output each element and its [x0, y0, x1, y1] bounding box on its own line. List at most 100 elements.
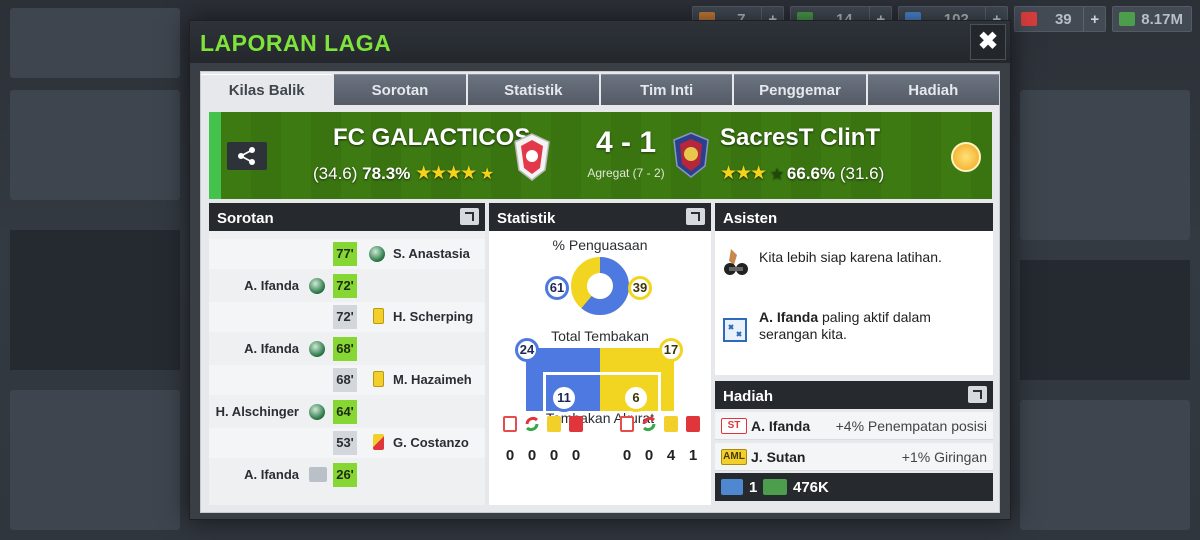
expand-icon[interactable] — [686, 208, 705, 225]
background-panel — [10, 230, 180, 370]
background-panel — [10, 90, 180, 200]
reward-currency-row: 1 476K — [715, 473, 993, 501]
panel-header: Sorotan — [209, 203, 485, 231]
away-team-value: (31.6) — [839, 164, 885, 183]
background-panel — [1020, 90, 1190, 240]
panel-title: Sorotan — [217, 210, 274, 227]
stat-count: 0 — [644, 447, 654, 464]
modal-content: Kilas Balik Sorotan Statistik Tim Inti P… — [200, 71, 1000, 513]
yellow-card-icon — [664, 416, 678, 432]
position-badge: ST — [721, 418, 747, 434]
event-minute: 64' — [333, 399, 357, 424]
tab-tim-inti[interactable]: Tim Inti — [600, 74, 733, 105]
home-stars-icon: ★★★★ — [415, 163, 477, 184]
yellow-card-icon — [373, 371, 384, 387]
cash-icon — [1119, 12, 1136, 26]
home-team-rating: (34.6) 78.3% ★★★★ ★ — [313, 162, 494, 185]
event-player: S. Anastasia — [393, 246, 470, 261]
stat-count: 0 — [505, 447, 515, 464]
home-team-name: FC GALACTICOS — [333, 124, 531, 151]
energy-icon — [721, 479, 743, 495]
aggregate-score: Agregat (7 - 2) — [587, 166, 665, 180]
event-player: H. Alschinger — [215, 403, 299, 419]
panel-title: Statistik — [497, 210, 556, 227]
resource-cash: 8.17M — [1112, 6, 1192, 32]
share-button[interactable] — [227, 142, 267, 170]
event-player: A. Ifanda — [244, 277, 299, 293]
half-star-icon: ★ — [479, 166, 494, 183]
tab-bar: Kilas Balik Sorotan Statistik Tim Inti P… — [201, 74, 999, 106]
event-minute: 72' — [333, 305, 357, 329]
assistant-note-training: Kita lebih siap karena latihan. — [759, 249, 942, 265]
event-player: A. Ifanda — [244, 466, 299, 482]
events-list: 77' S. Anastasia 72' A. Ifanda 72' H. Scherpi… — [209, 231, 485, 505]
stats-panel: Statistik % Penguasaan 61 39 Total Temba… — [489, 203, 711, 505]
reward-row: ST A. Ifanda +4% Penempatan posisi — [715, 412, 993, 440]
share-icon — [238, 147, 255, 165]
event-row: 68' M. Hazaimeh — [209, 365, 485, 395]
match-report-modal: LAPORAN LAGA ✖ Kilas Balik Sorotan Stati… — [189, 20, 1011, 520]
medkit-icon — [1021, 12, 1038, 26]
goal-ball-icon — [309, 277, 325, 294]
tab-penggemar[interactable]: Penggemar — [734, 74, 866, 105]
note-line2: serangan kita. — [759, 326, 847, 342]
possession-donut — [571, 257, 629, 315]
resource-medkit: 39 + — [1014, 6, 1107, 32]
position-badge: AML — [721, 449, 747, 465]
panel-title: Asisten — [723, 210, 778, 227]
event-minute: 72' — [333, 273, 357, 298]
panel-title: Hadiah — [723, 388, 774, 405]
stat-count: 1 — [688, 447, 698, 464]
stat-count: 0 — [571, 447, 581, 464]
shots-away-value: 17 — [659, 338, 683, 362]
home-team-percent: 78.3% — [362, 164, 411, 183]
close-button[interactable]: ✖ — [970, 24, 1006, 60]
tactics-board-icon — [723, 318, 747, 342]
modal-title: LAPORAN LAGA — [200, 30, 392, 56]
reward-bonus: +1% Giringan — [901, 449, 987, 465]
stat-count: 0 — [527, 447, 537, 464]
penalty-icon — [309, 466, 327, 482]
away-stars-icon: ★★★ — [720, 163, 767, 184]
home-team-value: (34.6) — [313, 164, 358, 183]
event-row: 68' A. Ifanda — [209, 334, 485, 364]
away-team-name: SacresT ClinT — [720, 124, 881, 151]
event-minute: 68' — [333, 368, 357, 392]
assistant-note-active: A. Ifanda paling aktif dalam serangan kit… — [759, 309, 1037, 343]
away-club-crest-icon — [673, 132, 709, 178]
goal-ball-icon — [369, 246, 385, 262]
event-minute: 68' — [333, 336, 357, 361]
rewards-header: Hadiah — [715, 381, 993, 409]
dim-star-icon: ★ — [769, 166, 784, 183]
expand-icon[interactable] — [968, 386, 987, 403]
possession-away-value: 39 — [628, 276, 652, 300]
home-club-crest-icon — [514, 133, 550, 181]
event-row: 26' A. Ifanda — [209, 460, 485, 490]
reward-money: 476K — [793, 479, 829, 496]
stat-count: 4 — [666, 447, 676, 464]
red-card-icon — [373, 434, 384, 450]
event-row: 64' H. Alschinger — [209, 397, 485, 427]
possession-label: % Penguasaan — [552, 237, 648, 253]
add-button[interactable]: + — [1083, 7, 1105, 31]
event-player: A. Ifanda — [244, 340, 299, 356]
yellow-card-icon — [547, 416, 561, 432]
expand-icon[interactable] — [460, 208, 479, 225]
assistant-panel: Asisten Kita lebih siap karena latihan. … — [715, 203, 993, 375]
tab-sorotan[interactable]: Sorotan — [334, 74, 466, 105]
background-panel — [10, 8, 180, 78]
reward-player: A. Ifanda — [751, 418, 811, 434]
reward-bonus: +4% Penempatan posisi — [835, 418, 987, 434]
tab-kilas-balik[interactable]: Kilas Balik — [201, 74, 333, 105]
resource-value: 39 — [1054, 10, 1072, 28]
tab-hadiah[interactable]: Hadiah — [867, 74, 999, 105]
event-player: M. Hazaimeh — [393, 372, 472, 387]
event-row: 53' G. Costanzo — [209, 428, 485, 458]
modal-header: LAPORAN LAGA ✖ — [190, 21, 1010, 63]
tab-statistik[interactable]: Statistik — [467, 74, 599, 105]
yellow-card-icon — [373, 308, 384, 324]
goal-ball-icon — [309, 340, 325, 357]
red-card-icon — [686, 416, 700, 432]
panel-header: Statistik — [489, 203, 711, 231]
weather-sun-icon — [951, 142, 981, 172]
